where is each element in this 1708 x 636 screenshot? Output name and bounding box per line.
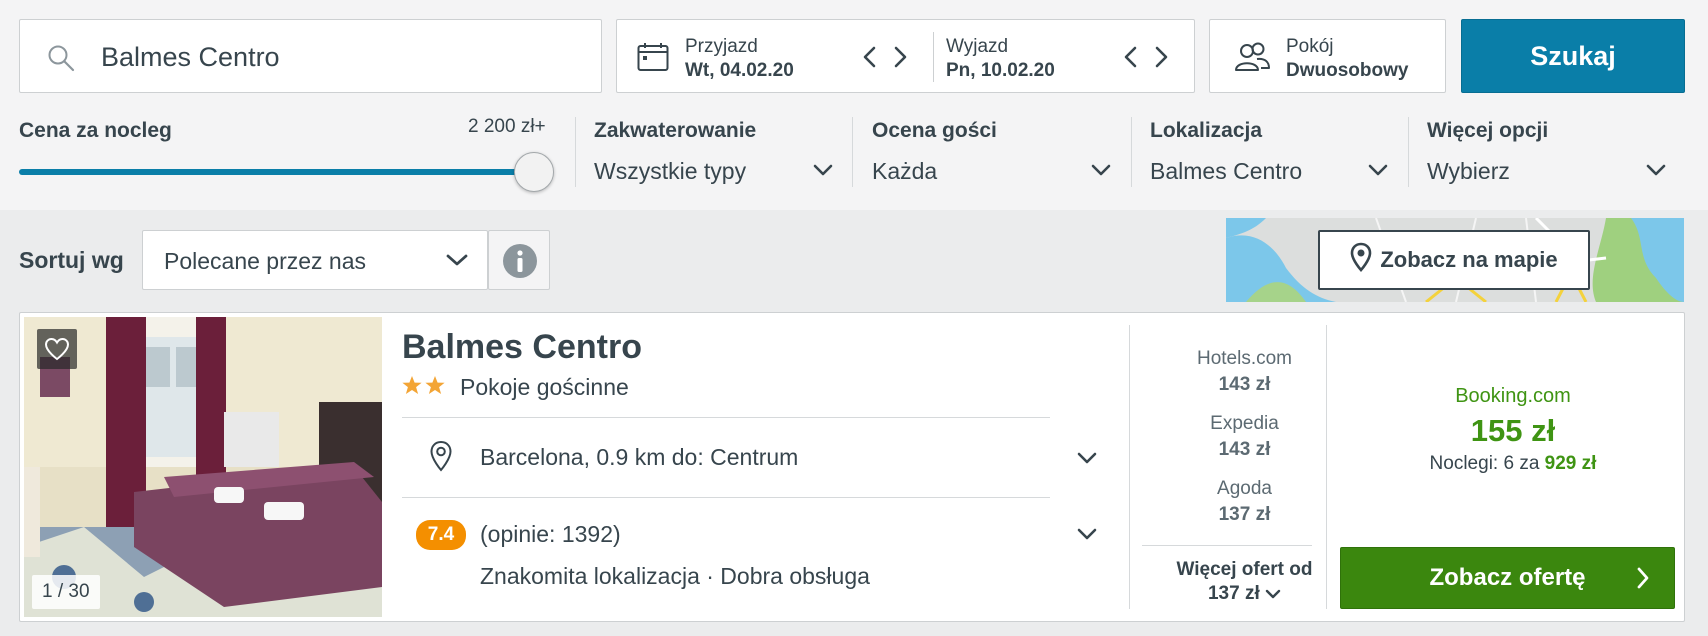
more-offers-button[interactable]: Więcej ofert od 137 zł	[1152, 558, 1337, 606]
provider-name: Agoda	[1217, 478, 1272, 499]
photo-counter: 1 / 30	[32, 575, 100, 609]
card-divider	[402, 417, 1050, 418]
rating-filter-label: Ocena gości	[872, 119, 997, 142]
info-icon	[502, 243, 538, 284]
chevron-down-icon	[445, 253, 469, 272]
provider-name: Expedia	[1210, 413, 1279, 434]
review-count: (opinie: 1392)	[480, 521, 621, 547]
chevron-down-icon[interactable]	[1645, 163, 1667, 182]
location-pin-icon	[429, 440, 453, 477]
chevron-down-icon[interactable]	[1090, 163, 1112, 182]
search-input-value: Balmes Centro	[101, 42, 280, 72]
provider-price: 143 zł	[1218, 374, 1271, 395]
filter-divider	[852, 117, 853, 187]
star-rating	[402, 375, 446, 403]
provider-offer[interactable]: Agoda 137 zł	[1142, 478, 1347, 526]
sort-label: Sortuj wg	[19, 247, 124, 273]
filter-divider	[1131, 117, 1132, 187]
chevron-down-icon[interactable]	[1076, 451, 1098, 470]
provider-name: Hotels.com	[1196, 348, 1293, 369]
price-filter-label: Cena za nocleg	[19, 119, 172, 142]
provider-offer[interactable]: Hotels.com 143 zł	[1142, 348, 1347, 396]
sort-info-button[interactable]	[488, 230, 550, 290]
location-pin-icon	[1350, 242, 1372, 278]
star-icon	[402, 376, 445, 394]
price-slider-track[interactable]	[19, 169, 533, 175]
view-deal-label: Zobacz ofertę	[1429, 564, 1586, 591]
room-value: Dwuosobowy	[1286, 60, 1409, 81]
location-filter-label: Lokalizacja	[1150, 119, 1263, 142]
more-filters-label: Więcej opcji	[1427, 119, 1549, 142]
chevron-down-icon[interactable]	[1076, 527, 1098, 546]
provider-price: 143 zł	[1218, 439, 1271, 460]
provider-price: 137 zł	[1218, 504, 1271, 525]
accommodation-filter-label: Zakwaterowanie	[594, 119, 757, 142]
filter-divider	[1408, 117, 1409, 187]
checkout-label: Wyjazd	[946, 36, 1009, 57]
chevron-down-icon[interactable]	[1367, 163, 1389, 182]
room-selector[interactable]: Pokój Dwuosobowy	[1209, 19, 1446, 93]
date-divider	[933, 32, 934, 82]
card-divider	[402, 497, 1050, 498]
best-deal-price: 155 zł	[1470, 413, 1556, 448]
checkout-prev-icon[interactable]	[1120, 44, 1142, 70]
card-divider	[1142, 545, 1312, 546]
location-filter-value[interactable]: Balmes Centro	[1150, 158, 1302, 185]
room-label: Pokój	[1286, 36, 1334, 57]
hotel-name[interactable]: Balmes Centro	[402, 328, 642, 367]
checkin-value[interactable]: Wt, 04.02.20	[685, 60, 794, 82]
search-icon	[47, 44, 75, 77]
hotel-location: Barcelona, 0.9 km do: Centrum	[480, 444, 799, 470]
show-on-map-label: Zobacz na mapie	[1380, 247, 1558, 272]
checkin-prev-icon[interactable]	[859, 44, 881, 70]
best-deal-nights: Noclegi: 6 za 929 zł	[1429, 453, 1597, 474]
sort-value: Polecane przez nas	[164, 248, 367, 274]
more-offers-label: Więcej ofert od	[1176, 559, 1313, 580]
card-divider	[1326, 325, 1327, 609]
more-filters-value[interactable]: Wybierz	[1427, 158, 1510, 185]
property-type: Pokoje gościnne	[460, 374, 629, 400]
search-field[interactable]: Balmes Centro	[19, 19, 602, 93]
more-offers-price: 137 zł	[1152, 582, 1337, 606]
checkout-value[interactable]: Pn, 10.02.20	[946, 60, 1055, 82]
accommodation-filter-value[interactable]: Wszystkie typy	[594, 158, 746, 185]
guests-icon	[1233, 41, 1271, 78]
card-divider	[1129, 325, 1130, 609]
provider-offer[interactable]: Expedia 143 zł	[1142, 413, 1347, 461]
guest-score-badge: 7.4	[416, 520, 466, 550]
show-on-map-button[interactable]: Zobacz na mapie	[1318, 230, 1590, 290]
review-highlights: Znakomita lokalizacja · Dobra obsługa	[480, 563, 870, 589]
chevron-down-icon[interactable]	[812, 163, 834, 182]
checkin-label: Przyjazd	[685, 36, 758, 57]
view-deal-button[interactable]: Zobacz ofertę	[1340, 547, 1675, 609]
favorite-heart-icon[interactable]	[37, 329, 77, 369]
chevron-right-icon	[1636, 566, 1650, 597]
rating-filter-value[interactable]: Każda	[872, 158, 937, 185]
sort-dropdown[interactable]: Polecane przez nas	[142, 230, 488, 290]
filter-divider	[575, 117, 576, 187]
search-button[interactable]: Szukaj	[1461, 19, 1685, 93]
hotel-result-card[interactable]: 1 / 30 Balmes Centro Pokoje gościnne Bar…	[19, 312, 1685, 622]
price-slider-handle[interactable]	[514, 152, 554, 192]
calendar-icon	[637, 42, 669, 77]
best-deal-provider: Booking.com	[1455, 385, 1571, 407]
date-picker[interactable]: Przyjazd Wt, 04.02.20 Wyjazd Pn, 10.02.2…	[616, 19, 1195, 93]
price-max-label: 2 200 zł+	[468, 116, 546, 137]
checkout-next-icon[interactable]	[1150, 44, 1172, 70]
hotel-photo[interactable]: 1 / 30	[24, 317, 382, 617]
checkin-next-icon[interactable]	[889, 44, 911, 70]
chevron-down-icon	[1265, 589, 1281, 599]
